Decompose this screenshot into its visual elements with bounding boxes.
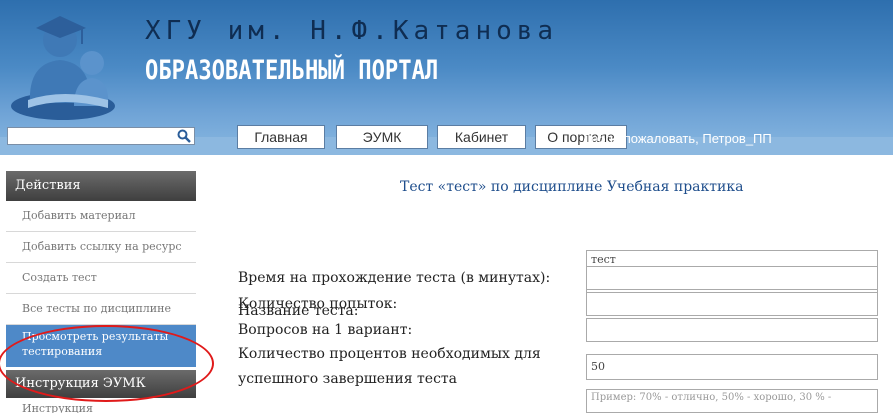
university-title: ХГУ им. Н.Ф.Катанова <box>145 16 559 46</box>
graduate-logo-icon <box>11 16 115 120</box>
grade-hint-field[interactable]: Пример: 70% - отлично, 50% - хорошо, 30 … <box>586 389 878 413</box>
sidebar-item-create-test[interactable]: Создать тест <box>6 263 196 294</box>
percent-label-line2: успешного завершения теста <box>238 371 458 387</box>
percent-field[interactable]: 50 <box>586 354 878 380</box>
sidebar-item-label: тестирования <box>22 345 103 358</box>
sidebar-item-all-tests[interactable]: Все тесты по дисциплине <box>6 294 196 325</box>
time-field[interactable] <box>586 266 878 290</box>
time-label: Время на прохождение теста (в минутах): <box>238 270 551 286</box>
page-title: Тест «тест» по дисциплине Учебная практи… <box>400 179 744 195</box>
sidebar-item-add-link[interactable]: Добавить ссылку на ресурс <box>6 232 196 263</box>
search-icon[interactable] <box>177 129 191 143</box>
nav-eumk[interactable]: ЭУМК <box>336 125 428 149</box>
nav-home[interactable]: Главная <box>237 125 325 149</box>
attempts-label: Количество попыток: <box>238 296 398 312</box>
nav-cabinet[interactable]: Кабинет <box>437 125 526 149</box>
search-input[interactable] <box>7 127 195 145</box>
percent-label-line1: Количество процентов необходимых для <box>238 346 541 362</box>
sidebar-item-instruction[interactable]: Инструкция <box>6 398 196 413</box>
questions-label: Вопросов на 1 вариант: <box>238 322 413 338</box>
sidebar: Действия Добавить материал Добавить ссыл… <box>6 171 196 413</box>
questions-field[interactable] <box>586 318 878 342</box>
sidebar-section-instructions: Инструкция ЭУМК <box>6 370 196 398</box>
sidebar-item-label: Просмотреть результаты <box>22 330 169 343</box>
portal-title: ОБРАЗОВАТЕЛЬНЫЙ ПОРТАЛ <box>145 55 439 86</box>
sidebar-item-add-material[interactable]: Добавить материал <box>6 201 196 232</box>
welcome-text: Добро пожаловать, Петров_ПП <box>582 131 772 146</box>
sidebar-section-actions: Действия <box>6 171 196 201</box>
sidebar-item-view-results[interactable]: Просмотреть результаты тестирования <box>6 325 196 367</box>
attempts-field[interactable] <box>586 292 878 316</box>
